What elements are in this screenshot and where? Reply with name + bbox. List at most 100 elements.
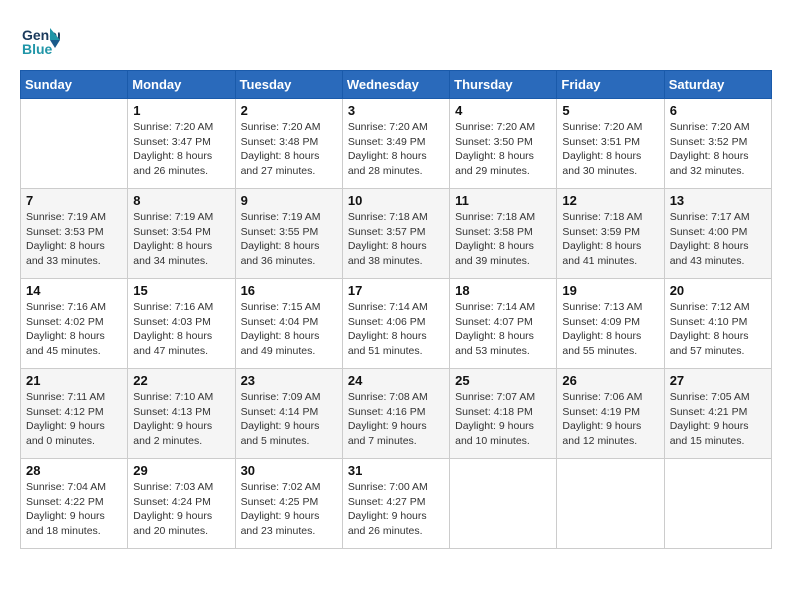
day-info: Sunrise: 7:20 AM Sunset: 3:50 PM Dayligh…: [455, 120, 551, 179]
calendar-cell: 29 Sunrise: 7:03 AM Sunset: 4:24 PM Dayl…: [128, 459, 235, 549]
weekday-header-row: SundayMondayTuesdayWednesdayThursdayFrid…: [21, 71, 772, 99]
day-info: Sunrise: 7:16 AM Sunset: 4:03 PM Dayligh…: [133, 300, 229, 359]
calendar-cell: 18 Sunrise: 7:14 AM Sunset: 4:07 PM Dayl…: [450, 279, 557, 369]
day-number: 24: [348, 373, 444, 388]
day-info: Sunrise: 7:00 AM Sunset: 4:27 PM Dayligh…: [348, 480, 444, 539]
day-info: Sunrise: 7:19 AM Sunset: 3:54 PM Dayligh…: [133, 210, 229, 269]
calendar-cell: 14 Sunrise: 7:16 AM Sunset: 4:02 PM Dayl…: [21, 279, 128, 369]
weekday-header-thursday: Thursday: [450, 71, 557, 99]
day-info: Sunrise: 7:11 AM Sunset: 4:12 PM Dayligh…: [26, 390, 122, 449]
weekday-header-sunday: Sunday: [21, 71, 128, 99]
calendar-cell: 20 Sunrise: 7:12 AM Sunset: 4:10 PM Dayl…: [664, 279, 771, 369]
calendar-cell: 24 Sunrise: 7:08 AM Sunset: 4:16 PM Dayl…: [342, 369, 449, 459]
day-number: 1: [133, 103, 229, 118]
day-number: 5: [562, 103, 658, 118]
day-number: 13: [670, 193, 766, 208]
logo: General Blue: [20, 20, 64, 60]
calendar-week-3: 14 Sunrise: 7:16 AM Sunset: 4:02 PM Dayl…: [21, 279, 772, 369]
day-number: 8: [133, 193, 229, 208]
calendar-cell: 28 Sunrise: 7:04 AM Sunset: 4:22 PM Dayl…: [21, 459, 128, 549]
calendar-cell: [21, 99, 128, 189]
calendar-cell: 5 Sunrise: 7:20 AM Sunset: 3:51 PM Dayli…: [557, 99, 664, 189]
day-number: 31: [348, 463, 444, 478]
calendar-cell: 12 Sunrise: 7:18 AM Sunset: 3:59 PM Dayl…: [557, 189, 664, 279]
calendar-cell: 17 Sunrise: 7:14 AM Sunset: 4:06 PM Dayl…: [342, 279, 449, 369]
calendar-cell: 13 Sunrise: 7:17 AM Sunset: 4:00 PM Dayl…: [664, 189, 771, 279]
calendar-cell: 21 Sunrise: 7:11 AM Sunset: 4:12 PM Dayl…: [21, 369, 128, 459]
calendar-cell: 1 Sunrise: 7:20 AM Sunset: 3:47 PM Dayli…: [128, 99, 235, 189]
day-info: Sunrise: 7:20 AM Sunset: 3:49 PM Dayligh…: [348, 120, 444, 179]
calendar-cell: 11 Sunrise: 7:18 AM Sunset: 3:58 PM Dayl…: [450, 189, 557, 279]
calendar-table: SundayMondayTuesdayWednesdayThursdayFrid…: [20, 70, 772, 549]
calendar-cell: 10 Sunrise: 7:18 AM Sunset: 3:57 PM Dayl…: [342, 189, 449, 279]
day-number: 9: [241, 193, 337, 208]
calendar-cell: [450, 459, 557, 549]
day-info: Sunrise: 7:02 AM Sunset: 4:25 PM Dayligh…: [241, 480, 337, 539]
calendar-week-5: 28 Sunrise: 7:04 AM Sunset: 4:22 PM Dayl…: [21, 459, 772, 549]
day-number: 3: [348, 103, 444, 118]
day-number: 7: [26, 193, 122, 208]
day-info: Sunrise: 7:15 AM Sunset: 4:04 PM Dayligh…: [241, 300, 337, 359]
day-info: Sunrise: 7:04 AM Sunset: 4:22 PM Dayligh…: [26, 480, 122, 539]
day-info: Sunrise: 7:20 AM Sunset: 3:52 PM Dayligh…: [670, 120, 766, 179]
day-number: 20: [670, 283, 766, 298]
weekday-header-saturday: Saturday: [664, 71, 771, 99]
day-info: Sunrise: 7:19 AM Sunset: 3:55 PM Dayligh…: [241, 210, 337, 269]
day-info: Sunrise: 7:10 AM Sunset: 4:13 PM Dayligh…: [133, 390, 229, 449]
day-info: Sunrise: 7:18 AM Sunset: 3:57 PM Dayligh…: [348, 210, 444, 269]
day-number: 17: [348, 283, 444, 298]
day-number: 30: [241, 463, 337, 478]
day-number: 18: [455, 283, 551, 298]
day-number: 22: [133, 373, 229, 388]
day-number: 2: [241, 103, 337, 118]
calendar-cell: 26 Sunrise: 7:06 AM Sunset: 4:19 PM Dayl…: [557, 369, 664, 459]
day-number: 14: [26, 283, 122, 298]
calendar-week-4: 21 Sunrise: 7:11 AM Sunset: 4:12 PM Dayl…: [21, 369, 772, 459]
day-info: Sunrise: 7:20 AM Sunset: 3:51 PM Dayligh…: [562, 120, 658, 179]
day-number: 27: [670, 373, 766, 388]
day-number: 21: [26, 373, 122, 388]
day-info: Sunrise: 7:09 AM Sunset: 4:14 PM Dayligh…: [241, 390, 337, 449]
day-info: Sunrise: 7:05 AM Sunset: 4:21 PM Dayligh…: [670, 390, 766, 449]
day-number: 23: [241, 373, 337, 388]
day-number: 26: [562, 373, 658, 388]
logo-icon: General Blue: [20, 20, 60, 60]
day-info: Sunrise: 7:17 AM Sunset: 4:00 PM Dayligh…: [670, 210, 766, 269]
day-info: Sunrise: 7:14 AM Sunset: 4:07 PM Dayligh…: [455, 300, 551, 359]
day-info: Sunrise: 7:19 AM Sunset: 3:53 PM Dayligh…: [26, 210, 122, 269]
calendar-cell: 31 Sunrise: 7:00 AM Sunset: 4:27 PM Dayl…: [342, 459, 449, 549]
day-number: 16: [241, 283, 337, 298]
calendar-cell: 4 Sunrise: 7:20 AM Sunset: 3:50 PM Dayli…: [450, 99, 557, 189]
day-number: 19: [562, 283, 658, 298]
day-number: 12: [562, 193, 658, 208]
weekday-header-monday: Monday: [128, 71, 235, 99]
calendar-cell: [664, 459, 771, 549]
day-info: Sunrise: 7:18 AM Sunset: 3:59 PM Dayligh…: [562, 210, 658, 269]
day-number: 11: [455, 193, 551, 208]
calendar-cell: 27 Sunrise: 7:05 AM Sunset: 4:21 PM Dayl…: [664, 369, 771, 459]
day-info: Sunrise: 7:03 AM Sunset: 4:24 PM Dayligh…: [133, 480, 229, 539]
day-info: Sunrise: 7:18 AM Sunset: 3:58 PM Dayligh…: [455, 210, 551, 269]
calendar-cell: 19 Sunrise: 7:13 AM Sunset: 4:09 PM Dayl…: [557, 279, 664, 369]
weekday-header-friday: Friday: [557, 71, 664, 99]
day-number: 25: [455, 373, 551, 388]
day-number: 4: [455, 103, 551, 118]
day-number: 28: [26, 463, 122, 478]
day-number: 6: [670, 103, 766, 118]
day-number: 10: [348, 193, 444, 208]
day-info: Sunrise: 7:12 AM Sunset: 4:10 PM Dayligh…: [670, 300, 766, 359]
day-info: Sunrise: 7:13 AM Sunset: 4:09 PM Dayligh…: [562, 300, 658, 359]
calendar-cell: 7 Sunrise: 7:19 AM Sunset: 3:53 PM Dayli…: [21, 189, 128, 279]
calendar-week-2: 7 Sunrise: 7:19 AM Sunset: 3:53 PM Dayli…: [21, 189, 772, 279]
day-info: Sunrise: 7:14 AM Sunset: 4:06 PM Dayligh…: [348, 300, 444, 359]
calendar-cell: 22 Sunrise: 7:10 AM Sunset: 4:13 PM Dayl…: [128, 369, 235, 459]
day-info: Sunrise: 7:20 AM Sunset: 3:48 PM Dayligh…: [241, 120, 337, 179]
calendar-cell: 3 Sunrise: 7:20 AM Sunset: 3:49 PM Dayli…: [342, 99, 449, 189]
calendar-cell: 8 Sunrise: 7:19 AM Sunset: 3:54 PM Dayli…: [128, 189, 235, 279]
calendar-cell: [557, 459, 664, 549]
day-info: Sunrise: 7:20 AM Sunset: 3:47 PM Dayligh…: [133, 120, 229, 179]
day-info: Sunrise: 7:08 AM Sunset: 4:16 PM Dayligh…: [348, 390, 444, 449]
day-number: 29: [133, 463, 229, 478]
day-number: 15: [133, 283, 229, 298]
calendar-cell: 15 Sunrise: 7:16 AM Sunset: 4:03 PM Dayl…: [128, 279, 235, 369]
